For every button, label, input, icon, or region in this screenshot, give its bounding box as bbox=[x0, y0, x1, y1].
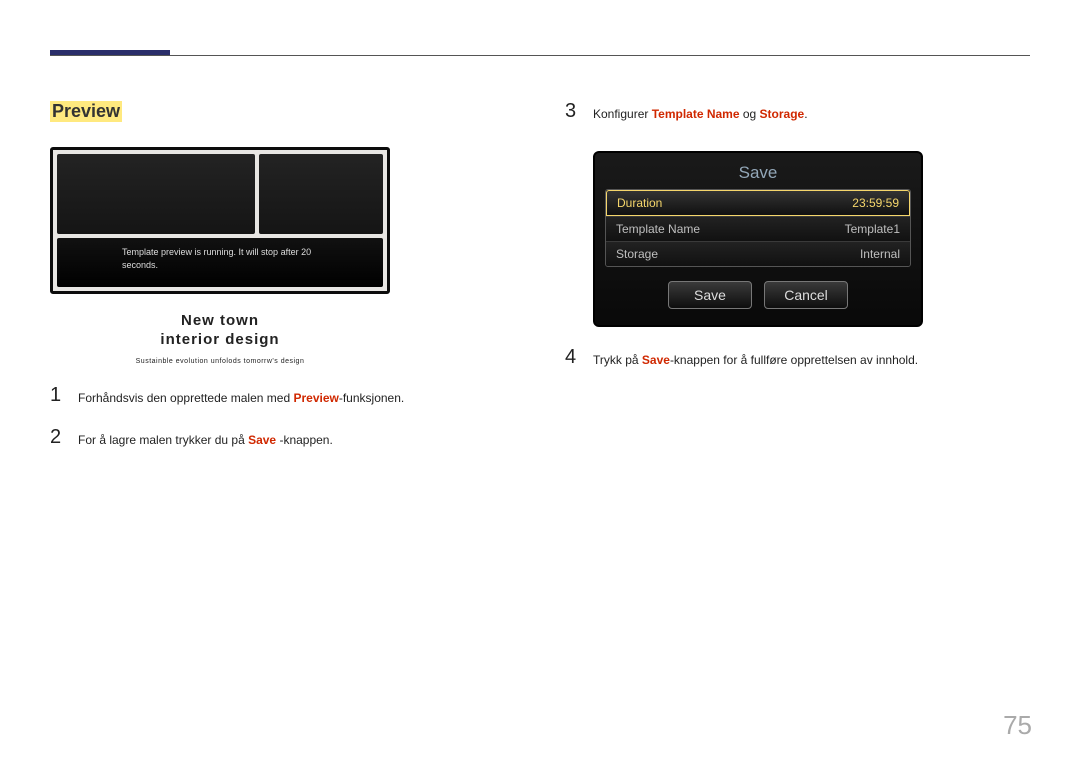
caption-line1: New town bbox=[50, 312, 390, 329]
save-row-value: Internal bbox=[860, 247, 900, 261]
save-dialog-title: Save bbox=[605, 163, 911, 183]
header-rule bbox=[50, 50, 1030, 56]
header-line bbox=[50, 55, 1030, 56]
left-column: Preview Template preview is running. It … bbox=[50, 101, 510, 449]
text: -funksjonen. bbox=[339, 391, 404, 405]
text: Konfigurer bbox=[593, 107, 652, 121]
columns: Preview Template preview is running. It … bbox=[50, 101, 1030, 449]
save-row-value: Template1 bbox=[845, 222, 900, 236]
section-title: Preview bbox=[50, 101, 122, 122]
text: Forhåndsvis den opprettede malen med bbox=[78, 391, 293, 405]
page: Preview Template preview is running. It … bbox=[0, 0, 1080, 449]
step-number: 1 bbox=[50, 385, 66, 405]
preview-screenshot: Template preview is running. It will sto… bbox=[50, 147, 390, 294]
caption-line3: Sustainble evolution unfolods tomorrw's … bbox=[50, 358, 390, 365]
save-row-storage[interactable]: Storage Internal bbox=[606, 241, 910, 266]
text: og bbox=[740, 107, 760, 121]
step-text: For å lagre malen trykker du på Save -kn… bbox=[78, 427, 333, 449]
save-row-label: Duration bbox=[617, 196, 662, 210]
caption-line2: interior design bbox=[50, 331, 390, 348]
page-number: 75 bbox=[1003, 710, 1032, 741]
step-number: 3 bbox=[565, 101, 581, 121]
step-text: Forhåndsvis den opprettede malen med Pre… bbox=[78, 385, 404, 407]
text: Trykk på bbox=[593, 353, 642, 367]
save-button[interactable]: Save bbox=[668, 281, 752, 309]
preview-caption: New town interior design Sustainble evol… bbox=[50, 312, 390, 365]
text: . bbox=[804, 107, 807, 121]
preview-panel-right bbox=[259, 154, 383, 234]
step-2: 2 For å lagre malen trykker du på Save -… bbox=[50, 427, 510, 449]
save-dialog-buttons: Save Cancel bbox=[605, 281, 911, 309]
step-number: 4 bbox=[565, 347, 581, 367]
preview-banner: Template preview is running. It will sto… bbox=[57, 238, 383, 287]
step-3: 3 Konfigurer Template Name og Storage. bbox=[565, 101, 1025, 123]
save-row-duration[interactable]: Duration 23:59:59 bbox=[606, 190, 910, 216]
keyword: Storage bbox=[760, 107, 805, 121]
text: For å lagre malen trykker du på bbox=[78, 433, 248, 447]
step-text: Konfigurer Template Name og Storage. bbox=[593, 101, 808, 123]
right-column: 3 Konfigurer Template Name og Storage. S… bbox=[565, 101, 1025, 449]
save-row-template-name[interactable]: Template Name Template1 bbox=[606, 216, 910, 241]
text: -knappen. bbox=[276, 433, 333, 447]
cancel-button[interactable]: Cancel bbox=[764, 281, 848, 309]
step-text: Trykk på Save-knappen for å fullføre opp… bbox=[593, 347, 918, 369]
keyword: Save bbox=[642, 353, 670, 367]
keyword: Template Name bbox=[652, 107, 740, 121]
text: -knappen for å fullføre opprettelsen av … bbox=[670, 353, 918, 367]
keyword: Save bbox=[248, 433, 276, 447]
preview-panels bbox=[57, 154, 383, 234]
preview-panel-left bbox=[57, 154, 255, 234]
step-4: 4 Trykk på Save-knappen for å fullføre o… bbox=[565, 347, 1025, 369]
keyword: Preview bbox=[293, 391, 338, 405]
save-dialog-list: Duration 23:59:59 Template Name Template… bbox=[605, 189, 911, 267]
save-row-label: Storage bbox=[616, 247, 658, 261]
save-dialog: Save Duration 23:59:59 Template Name Tem… bbox=[593, 151, 923, 327]
save-row-value: 23:59:59 bbox=[852, 196, 899, 210]
step-number: 2 bbox=[50, 427, 66, 447]
step-1: 1 Forhåndsvis den opprettede malen med P… bbox=[50, 385, 510, 407]
save-row-label: Template Name bbox=[616, 222, 700, 236]
